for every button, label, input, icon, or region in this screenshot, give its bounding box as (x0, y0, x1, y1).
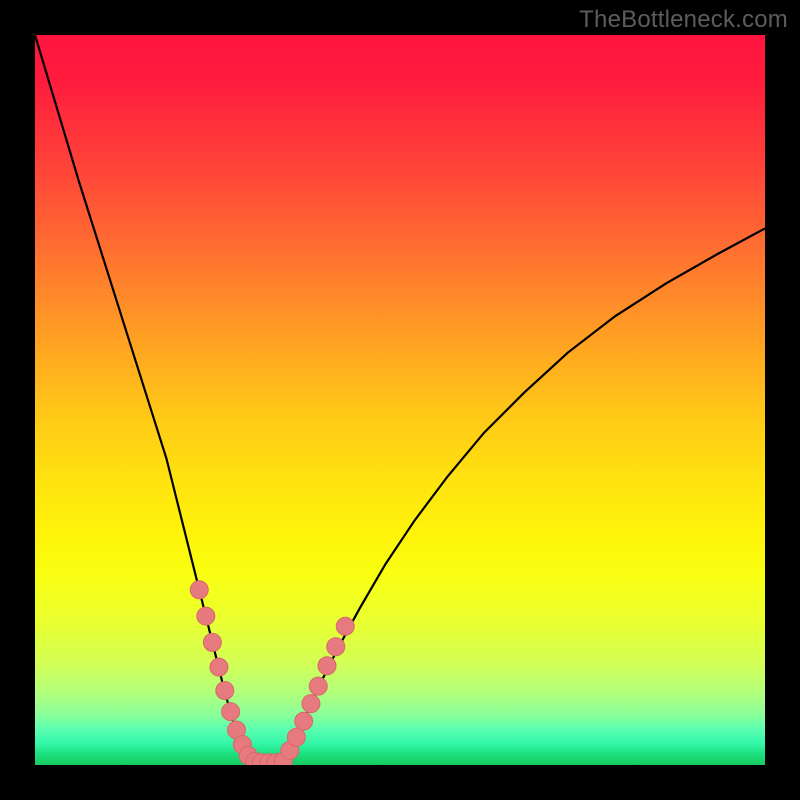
curve-marker (210, 658, 228, 676)
curve-marker (295, 712, 313, 730)
curve-marker (309, 677, 327, 695)
curve-marker (222, 703, 240, 721)
watermark-text: TheBottleneck.com (579, 6, 788, 34)
curve-marker (336, 617, 354, 635)
curve-marker (287, 728, 305, 746)
curve-markers (190, 581, 354, 765)
curve-marker (327, 638, 345, 656)
curve-layer (35, 35, 765, 765)
plot-area (35, 35, 765, 765)
curve-marker (318, 657, 336, 675)
curve-marker (197, 607, 215, 625)
curve-marker (216, 682, 234, 700)
curve-marker (302, 695, 320, 713)
bottleneck-curve-path (35, 35, 765, 763)
curve-marker (203, 633, 221, 651)
outer-frame: TheBottleneck.com (0, 0, 800, 800)
curve-marker (190, 581, 208, 599)
bottleneck-curve (35, 35, 765, 763)
